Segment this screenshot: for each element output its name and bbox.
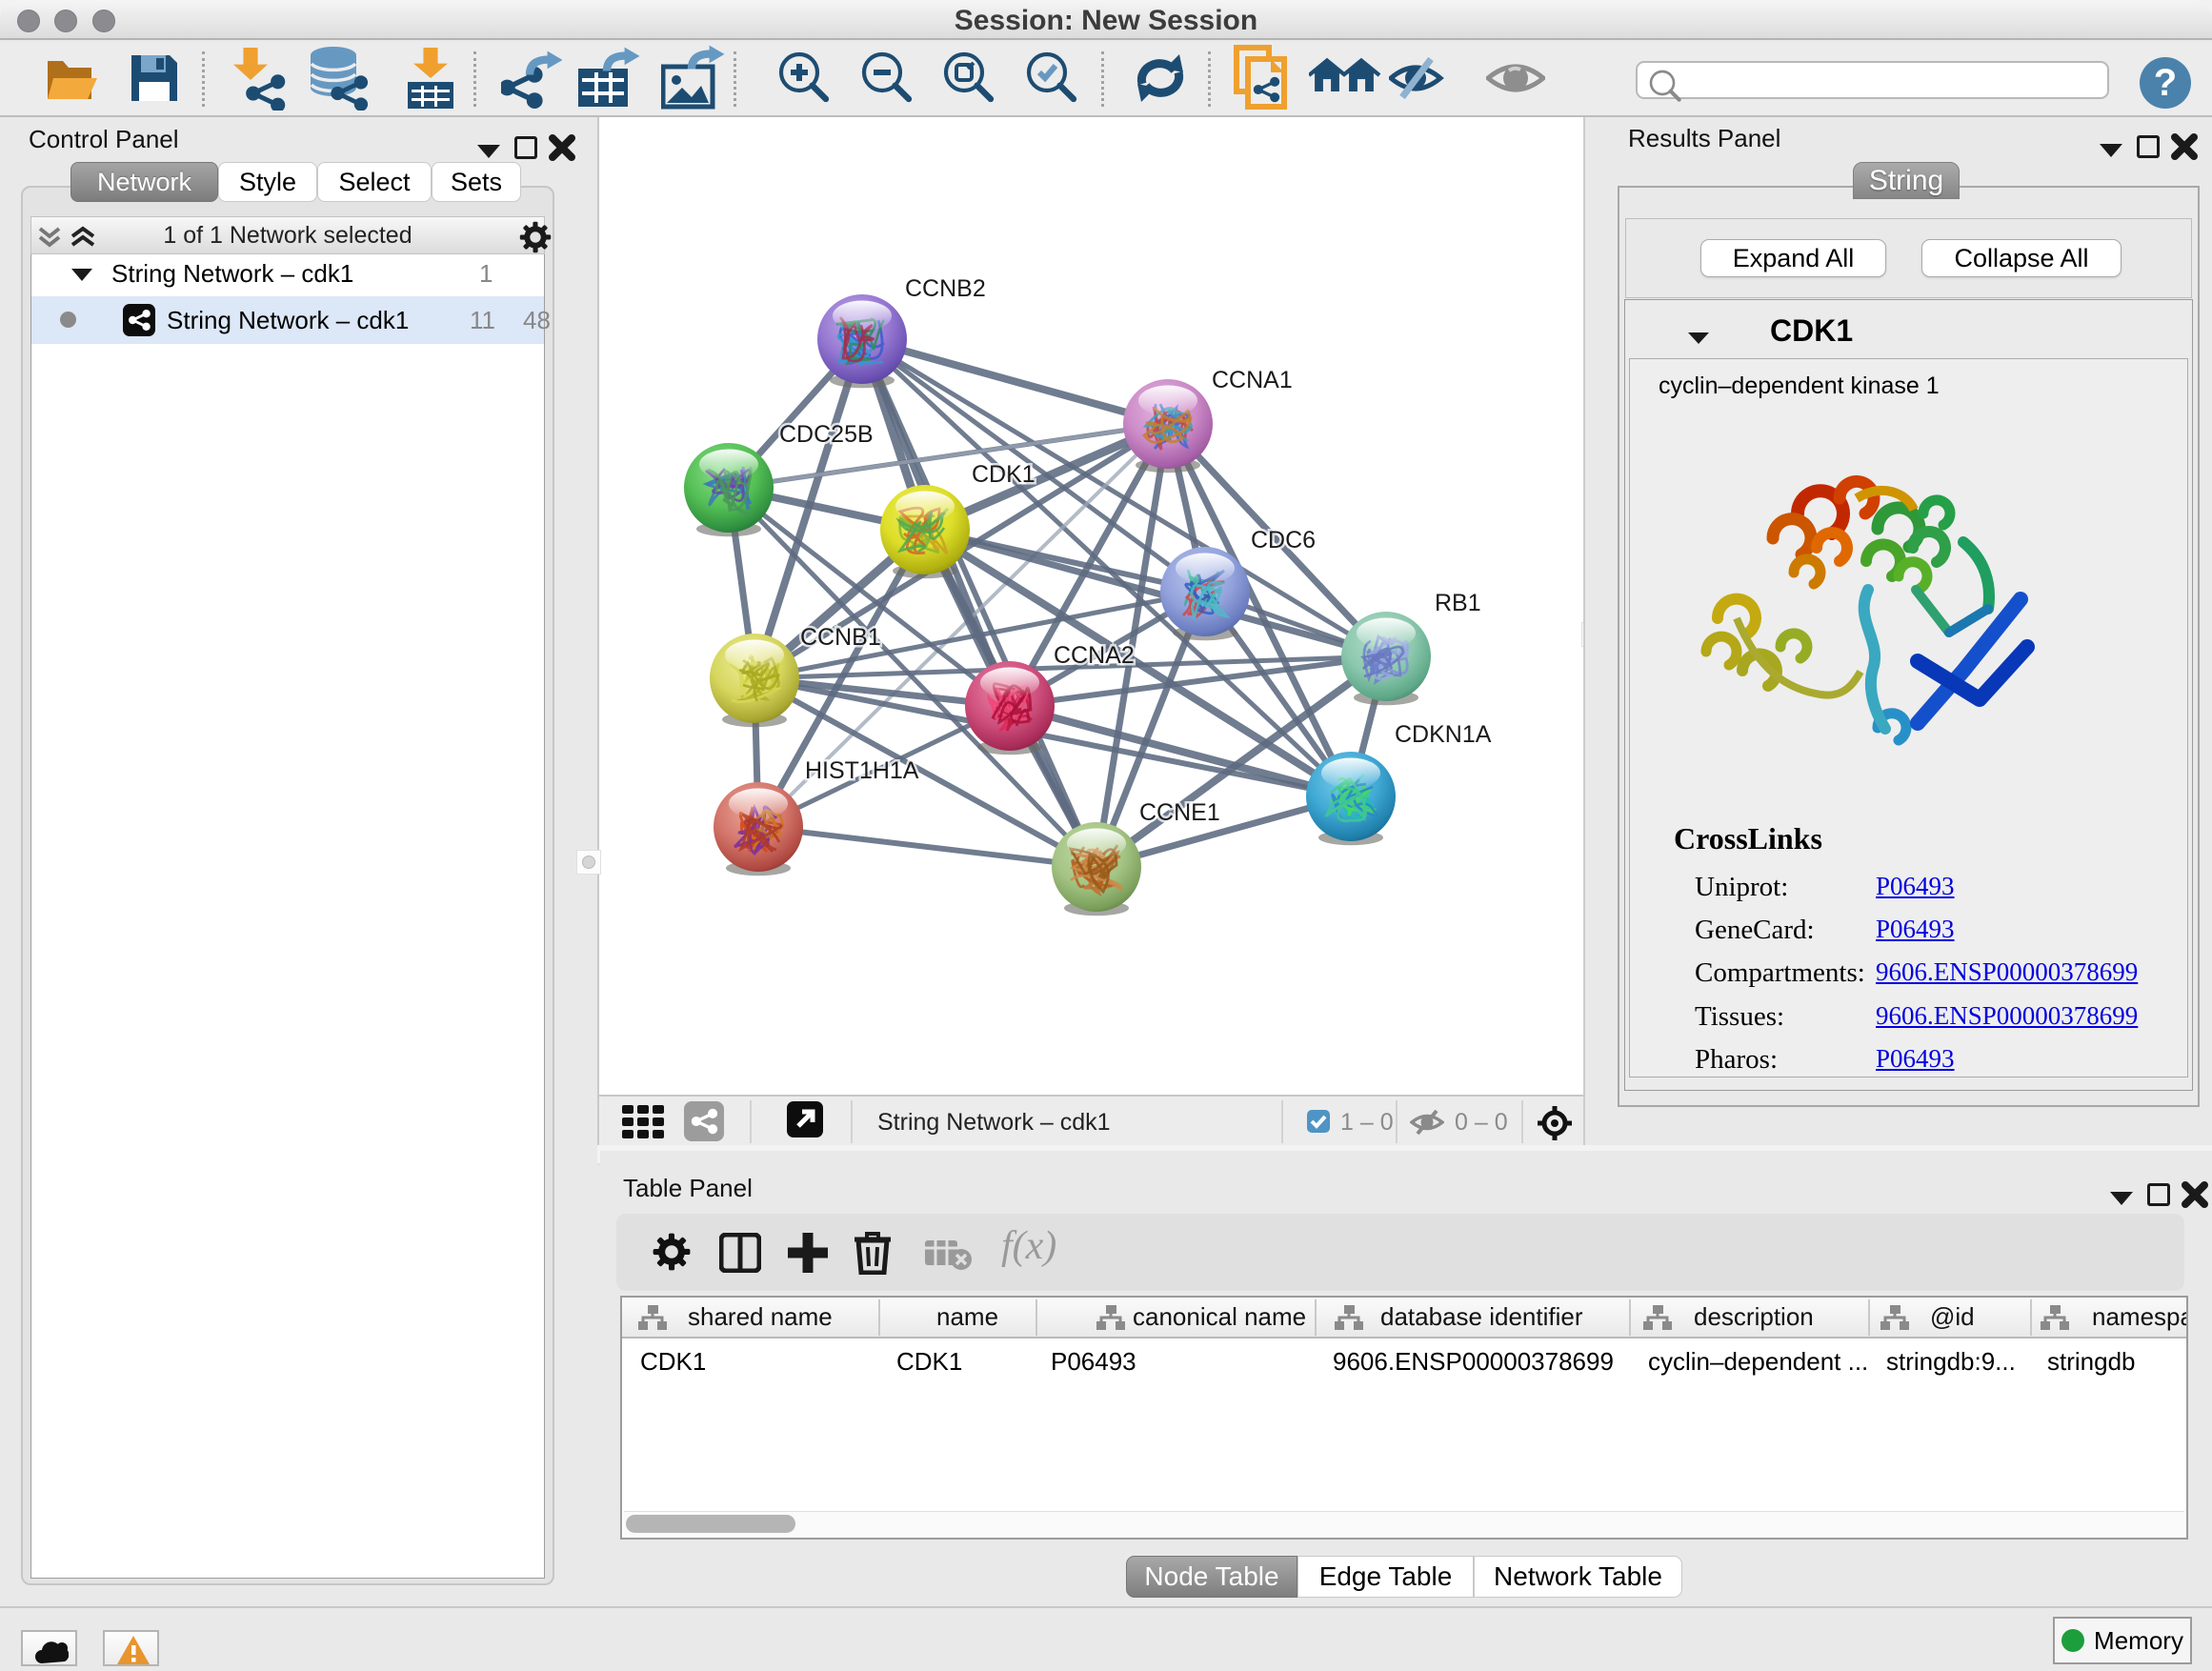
svg-text:CDKN1A: CDKN1A <box>1395 721 1492 748</box>
svg-text:CCNE1: CCNE1 <box>1139 799 1220 826</box>
svg-text:CCNA2: CCNA2 <box>1054 642 1135 669</box>
svg-text:CDC6: CDC6 <box>1251 527 1316 554</box>
svg-text:CDC25B: CDC25B <box>779 421 874 448</box>
svg-text:CDK1: CDK1 <box>972 461 1036 488</box>
svg-text:CCNB2: CCNB2 <box>905 275 986 302</box>
svg-text:?: ? <box>2154 62 2177 104</box>
svg-text:HIST1H1A: HIST1H1A <box>805 757 919 784</box>
svg-text:RB1: RB1 <box>1435 590 1481 616</box>
svg-text:CCNB1: CCNB1 <box>800 624 881 651</box>
svg-text:CCNA1: CCNA1 <box>1212 367 1293 393</box>
